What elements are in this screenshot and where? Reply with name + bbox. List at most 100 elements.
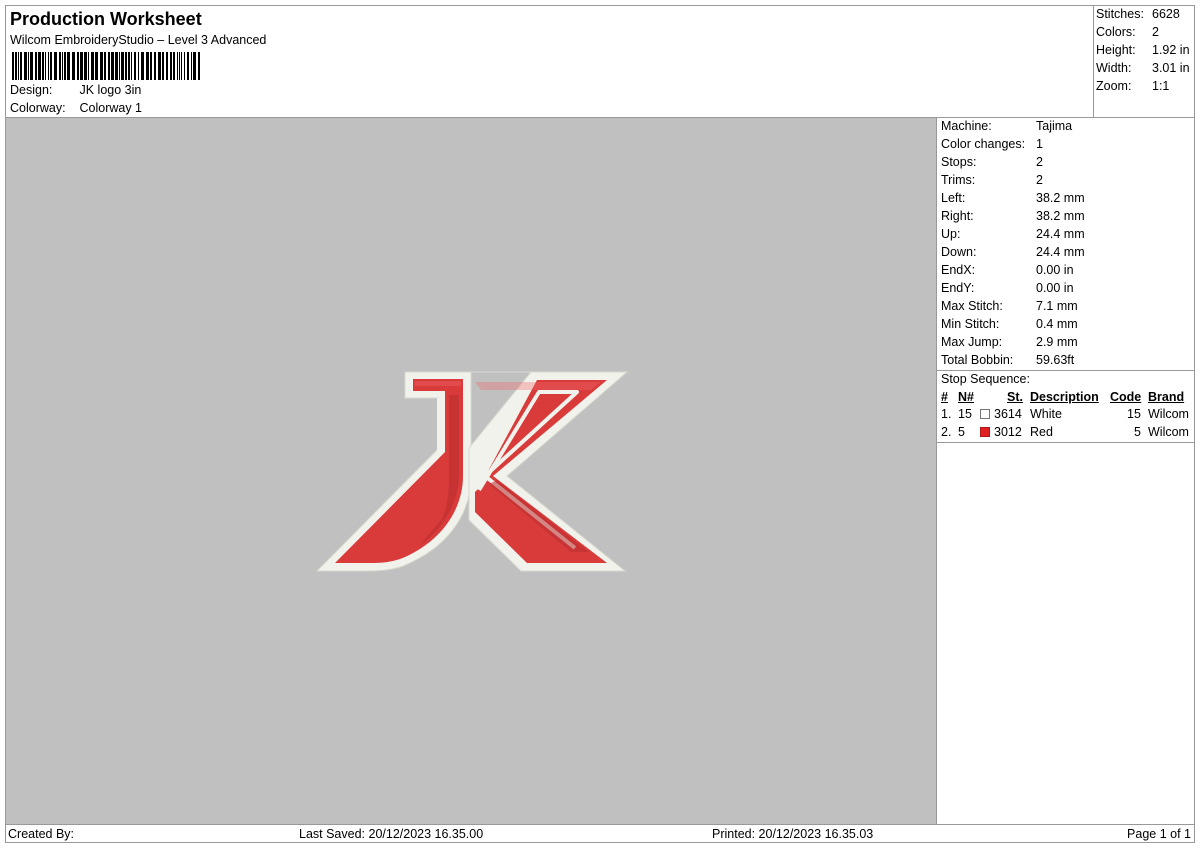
info-row: Stops: 2 xyxy=(941,155,1043,169)
barcode-bar xyxy=(179,52,180,80)
summary-label: Colors: xyxy=(1096,25,1136,39)
barcode-bar xyxy=(24,52,27,80)
row-description: Red xyxy=(1030,425,1053,439)
row-num: 1. xyxy=(941,407,952,421)
summary-value: 1:1 xyxy=(1152,79,1170,93)
info-row: EndX: 0.00 in xyxy=(941,263,1074,277)
barcode-bar xyxy=(80,52,83,80)
stop-sequence-row: 2. 5 3012 Red 5 Wilcom xyxy=(941,425,1192,441)
info-label: EndX: xyxy=(941,263,976,277)
info-label: Max Stitch: xyxy=(941,299,1003,313)
barcode-bar xyxy=(54,52,57,80)
worksheet-footer: Created By: Last Saved: 20/12/2023 16.35… xyxy=(5,824,1195,843)
info-value: 0.00 in xyxy=(1036,263,1074,277)
row-num: 2. xyxy=(941,425,952,439)
info-value: 0.00 in xyxy=(1036,281,1074,295)
summary-zoom: Zoom: 1:1 xyxy=(1096,79,1169,93)
design-summary: Stitches: 6628 Colors: 2 Height: 1.92 in Wi… xyxy=(1093,5,1195,118)
barcode-bar xyxy=(84,52,87,80)
info-row: Total Bobbin: 59.63ft xyxy=(941,353,1074,367)
barcode-bar xyxy=(88,52,89,80)
summary-value: 3.01 in xyxy=(1152,61,1190,75)
barcode-bar xyxy=(128,52,130,80)
barcode-bar xyxy=(18,52,19,80)
barcode-bar xyxy=(111,52,114,80)
summary-label: Height: xyxy=(1096,43,1136,57)
barcode-bar xyxy=(30,52,33,80)
col-st-header: St. xyxy=(1007,390,1023,404)
col-num-header: # xyxy=(941,390,948,404)
barcode-bar xyxy=(91,52,94,80)
info-value: 24.4 mm xyxy=(1036,227,1085,241)
design-value: JK logo 3in xyxy=(79,83,142,97)
colorway-row: Colorway: Colorway 1 xyxy=(10,101,142,115)
info-row: Machine: Tajima xyxy=(941,119,1072,133)
barcode-bar xyxy=(134,52,136,80)
barcode-bar xyxy=(146,52,149,80)
barcode-bar xyxy=(150,52,152,80)
info-row: Color changes: 1 xyxy=(941,137,1043,151)
summary-stitches: Stitches: 6628 xyxy=(1096,7,1180,21)
row-needle: 5 xyxy=(958,425,965,439)
info-label: Min Stitch: xyxy=(941,317,1000,331)
info-row: Right: 38.2 mm xyxy=(941,209,1085,223)
stop-sequence-row: 1. 15 3614 White 15 Wilcom xyxy=(941,407,1192,423)
summary-value: 1.92 in xyxy=(1152,43,1190,57)
colorway-label: Colorway: xyxy=(10,101,66,115)
barcode-bar xyxy=(115,52,118,80)
info-label: Right: xyxy=(941,209,974,223)
summary-label: Zoom: xyxy=(1096,79,1132,93)
barcode-image xyxy=(12,52,200,80)
color-swatch xyxy=(980,409,990,419)
barcode-bar xyxy=(64,52,66,80)
barcode-bar xyxy=(15,52,17,80)
info-label: Left: xyxy=(941,191,966,205)
barcode-bar xyxy=(42,52,44,80)
barcode-bar xyxy=(138,52,139,80)
summary-value: 2 xyxy=(1152,25,1159,39)
printed-date: Printed: 20/12/2023 16.35.03 xyxy=(712,827,874,841)
info-row: Max Stitch: 7.1 mm xyxy=(941,299,1078,313)
barcode-bar xyxy=(95,52,98,80)
info-row: Left: 38.2 mm xyxy=(941,191,1085,205)
barcode-bar xyxy=(100,52,103,80)
col-description-header: Description xyxy=(1030,390,1099,404)
info-value: 2 xyxy=(1036,173,1043,187)
barcode-bar xyxy=(35,52,37,80)
worksheet-header: Production Worksheet Wilcom EmbroiderySt… xyxy=(5,5,1094,118)
barcode-bar xyxy=(154,52,156,80)
design-label: Design: xyxy=(10,83,53,97)
colorway-value: Colorway 1 xyxy=(79,101,143,115)
barcode-bar xyxy=(184,52,185,80)
info-value: 1 xyxy=(1036,137,1043,151)
barcode-bar xyxy=(158,52,161,80)
info-value: 38.2 mm xyxy=(1036,191,1085,205)
info-value: 2 xyxy=(1036,155,1043,169)
barcode-bar xyxy=(187,52,189,80)
info-label: Total Bobbin: xyxy=(941,353,1014,367)
col-code-header: Code xyxy=(1110,390,1142,404)
barcode-bar xyxy=(77,52,79,80)
divider xyxy=(937,442,1194,443)
summary-value: 6628 xyxy=(1152,7,1180,21)
page-title: Production Worksheet xyxy=(10,9,202,29)
barcode-bar xyxy=(12,52,14,80)
barcode-bar xyxy=(162,52,164,80)
barcode-bar xyxy=(181,52,182,80)
barcode-bar xyxy=(121,52,124,80)
info-value: 7.1 mm xyxy=(1036,299,1078,313)
info-row: Up: 24.4 mm xyxy=(941,227,1085,241)
barcode-bar xyxy=(125,52,127,80)
barcode-bar xyxy=(198,52,200,80)
barcode-bar xyxy=(59,52,61,80)
summary-label: Stitches: xyxy=(1096,7,1144,21)
info-value: Tajima xyxy=(1036,119,1073,133)
barcode-bar xyxy=(141,52,144,80)
machine-info-panel: Machine: Tajima Color changes: 1 Stops: 2 Trim… xyxy=(936,118,1195,825)
row-brand: Wilcom xyxy=(1148,407,1189,421)
info-row: EndY: 0.00 in xyxy=(941,281,1074,295)
info-label: Up: xyxy=(941,227,961,241)
barcode-bar xyxy=(72,52,75,80)
info-row: Down: 24.4 mm xyxy=(941,245,1085,259)
barcode-bar xyxy=(173,52,175,80)
